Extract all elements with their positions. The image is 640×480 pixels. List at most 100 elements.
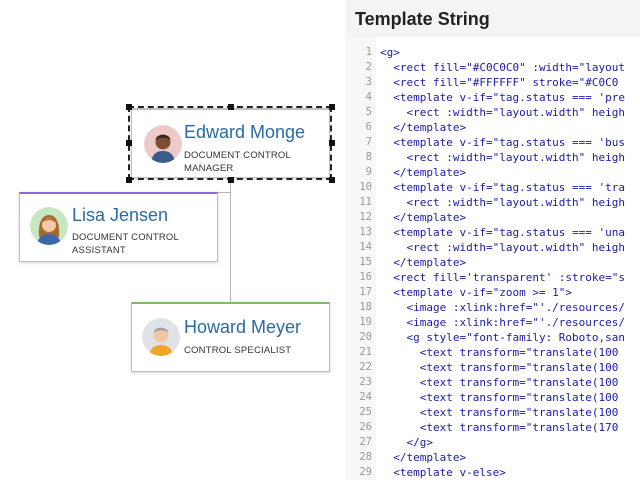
line-number: 5 [365,106,372,118]
code-line[interactable]: 19 <image :xlink:href="'./resources/ [346,315,640,330]
code-line[interactable]: 12 </template> [346,210,640,225]
code-line[interactable]: 14 <rect :width="layout.width" heigh [346,240,640,255]
node-role: CONTROL SPECIALIST [184,345,292,356]
code-editor[interactable]: 1 <g> 2 <rect fill="#C0C0C0" :width="layou… [346,37,640,480]
code-line[interactable]: 16 <rect fill='transparent' :stroke="s [346,270,640,285]
line-number: 15 [359,256,372,268]
code-text: <text transform="translate(100 [380,406,619,419]
code-text: <image :xlink:href="'./resources/ [380,316,626,329]
code-line[interactable]: 5 <rect :width="layout.width" heigh [346,105,640,120]
person-avatar-icon [30,207,68,245]
code-text: <template v-if="tag.status === 'bus [380,136,626,149]
line-number: 7 [365,136,372,148]
code-text: <rect :width="layout.width" heigh [380,241,626,254]
node-name: Howard Meyer [184,317,302,337]
code-line[interactable]: 26 <text transform="translate(170 [346,420,640,435]
code-text: </template> [380,121,467,134]
code-text: <text transform="translate(100 [380,391,619,404]
person-avatar-icon [144,125,182,163]
node-lisa-jensen[interactable]: Lisa Jensen DOCUMENT CONTROL ASSISTANT [19,192,218,262]
line-number: 13 [359,226,372,238]
line-number: 3 [365,76,372,88]
node-name: Edward Monge [184,122,306,142]
code-text: <rect fill="#C0C0C0" :width="layout [380,61,626,74]
line-number: 24 [359,391,372,403]
line-number: 28 [359,451,372,463]
code-text: </template> [380,451,467,464]
code-line[interactable]: 8 <rect :width="layout.width" heigh [346,150,640,165]
code-line[interactable]: 3 <rect fill="#FFFFFF" stroke="#C0C0 [346,75,640,90]
resize-handle-tr[interactable] [329,104,335,110]
code-line[interactable]: 2 <rect fill="#C0C0C0" :width="layout [346,60,640,75]
resize-handle-ml[interactable] [126,140,132,146]
line-number: 26 [359,421,372,433]
code-text: <text transform="translate(100 [380,346,619,359]
code-text: <text transform="translate(100 [380,361,619,374]
code-line[interactable]: 9 </template> [346,165,640,180]
resize-handle-tc[interactable] [228,104,234,110]
code-text: </g> [380,436,433,449]
line-number: 9 [365,166,372,178]
line-number: 17 [359,286,372,298]
code-line[interactable]: 11 <rect :width="layout.width" heigh [346,195,640,210]
code-line[interactable]: 28 </template> [346,450,640,465]
template-panel: Template String 1 <g> 2 <rect fill="#C0C0C… [346,0,640,480]
connector-to-lisa [217,192,231,193]
line-number: 22 [359,361,372,373]
code-text: <rect :width="layout.width" heigh [380,106,626,119]
code-line[interactable]: 24 <text transform="translate(100 [346,390,640,405]
line-number: 14 [359,241,372,253]
node-howard-meyer[interactable]: Howard Meyer CONTROL SPECIALIST [131,302,330,372]
line-number: 4 [365,91,372,103]
code-text: </template> [380,211,467,224]
line-number: 29 [359,466,372,478]
code-line[interactable]: 25 <text transform="translate(100 [346,405,640,420]
code-text: <rect :width="layout.width" heigh [380,151,626,164]
line-number: 8 [365,151,372,163]
code-text: <rect :width="layout.width" heigh [380,196,626,209]
node-edward-monge[interactable]: Edward Monge DOCUMENT CONTROL MANAGER [131,108,330,178]
avatar-edward [144,125,182,163]
code-line[interactable]: 18 <image :xlink:href="'./resources/ [346,300,640,315]
code-line[interactable]: 10 <template v-if="tag.status === 'tra [346,180,640,195]
code-line[interactable]: 17 <template v-if="zoom >= 1"> [346,285,640,300]
node-role: DOCUMENT CONTROL MANAGER [184,150,291,174]
code-line[interactable]: 21 <text transform="translate(100 [346,345,640,360]
resize-handle-bc[interactable] [228,177,234,183]
code-line[interactable]: 27 </g> [346,435,640,450]
code-text: <text transform="translate(100 [380,376,619,389]
resize-handle-bl[interactable] [126,177,132,183]
code-line[interactable]: 7 <template v-if="tag.status === 'bus [346,135,640,150]
code-text: <template v-if="tag.status === 'una [380,226,626,239]
line-number: 21 [359,346,372,358]
code-line[interactable]: 29 <template v-else> [346,465,640,480]
line-number: 6 [365,121,372,133]
code-text: <g> [380,46,400,59]
code-line[interactable]: 13 <template v-if="tag.status === 'una [346,225,640,240]
code-line[interactable]: 15 </template> [346,255,640,270]
code-line[interactable]: 22 <text transform="translate(100 [346,360,640,375]
code-line[interactable]: 1 <g> [346,45,640,60]
code-line[interactable]: 6 </template> [346,120,640,135]
avatar-lisa [30,207,68,245]
resize-handle-br[interactable] [329,177,335,183]
line-number: 25 [359,406,372,418]
node-name: Lisa Jensen [72,205,169,225]
code-line[interactable]: 4 <template v-if="tag.status === 'pre [346,90,640,105]
line-number: 1 [365,46,372,58]
resize-handle-tl[interactable] [126,104,132,110]
diagram-canvas[interactable]: Edward Monge DOCUMENT CONTROL MANAGER Li… [0,0,346,480]
code-text: <rect fill="#FFFFFF" stroke="#C0C0 [380,76,619,89]
line-number: 16 [359,271,372,283]
code-text: <image :xlink:href="'./resources/ [380,301,626,314]
line-number: 12 [359,211,372,223]
code-text: <text transform="translate(170 [380,421,619,434]
node-role: DOCUMENT CONTROL ASSISTANT [72,232,179,256]
resize-handle-mr[interactable] [329,140,335,146]
code-line[interactable]: 23 <text transform="translate(100 [346,375,640,390]
line-number: 20 [359,331,372,343]
code-text: <g style="font-family: Roboto,san [380,331,626,344]
code-line[interactable]: 20 <g style="font-family: Roboto,san [346,330,640,345]
avatar-howard [142,318,180,356]
code-text: </template> [380,256,467,269]
